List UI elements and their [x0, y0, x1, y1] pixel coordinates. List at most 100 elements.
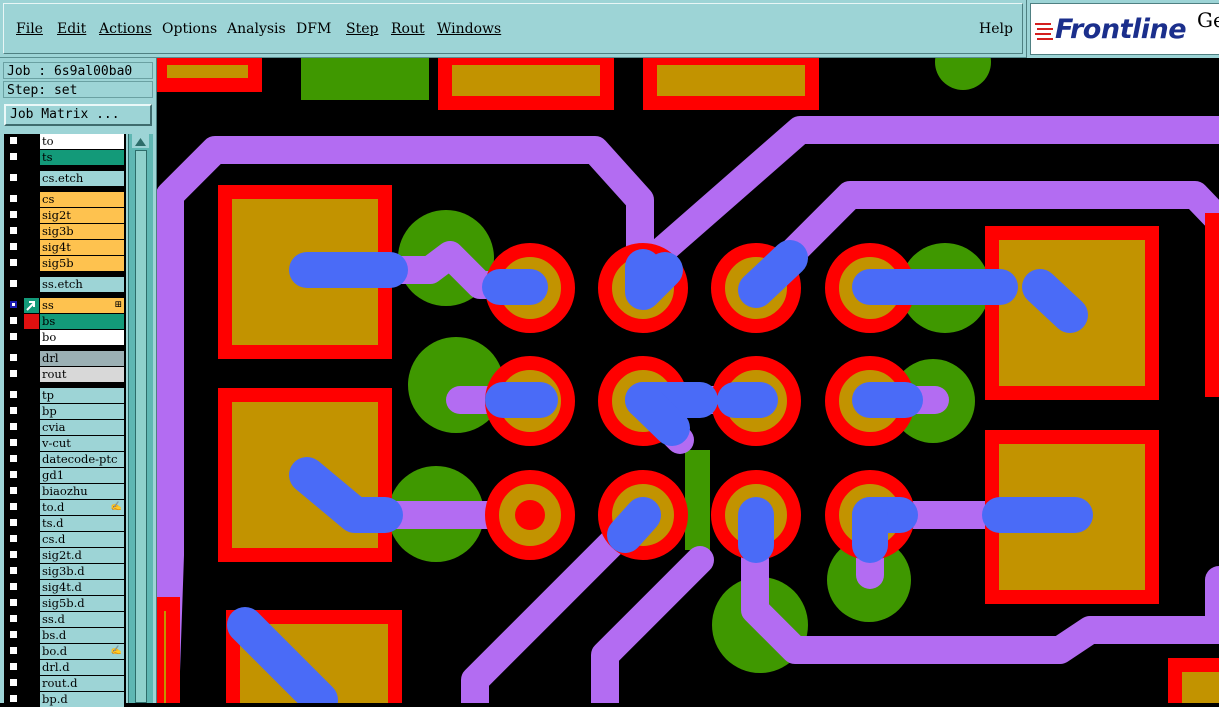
layer-row-gd1[interactable]: gd1 — [4, 468, 126, 483]
layer-row-sig5b.d[interactable]: sig5b.d — [4, 596, 126, 611]
layer-checkbox[interactable] — [9, 486, 18, 495]
menu-edit[interactable]: Edit — [57, 21, 86, 37]
layer-checkbox[interactable] — [9, 173, 18, 182]
layer-name[interactable]: sig4t — [40, 240, 124, 255]
layer-checkbox[interactable] — [9, 454, 18, 463]
layer-list-scrollbar[interactable] — [128, 134, 153, 703]
pcb-board-view[interactable] — [157, 58, 1219, 703]
menu-rout[interactable]: Rout — [391, 21, 425, 37]
layer-name[interactable]: bp — [40, 404, 124, 419]
menu-options[interactable]: Options — [162, 21, 217, 37]
layer-checkbox[interactable] — [9, 226, 18, 235]
layer-row-ss.etch[interactable]: ss.etch — [4, 277, 126, 292]
layer-row-bs.d[interactable]: bs.d — [4, 628, 126, 643]
layer-checkbox[interactable] — [9, 258, 18, 267]
layer-checkbox[interactable] — [9, 438, 18, 447]
menu-help[interactable]: Help — [979, 21, 1013, 37]
layer-row-ts.d[interactable]: ts.d — [4, 516, 126, 531]
menu-file[interactable]: File — [16, 21, 43, 37]
layer-row-bp[interactable]: bp — [4, 404, 126, 419]
layer-name[interactable]: ss.d — [40, 612, 124, 627]
layer-row-ss.d[interactable]: ss.d — [4, 612, 126, 627]
layer-row-drl[interactable]: drl — [4, 351, 126, 366]
layer-checkbox[interactable] — [9, 614, 18, 623]
layer-checkbox[interactable] — [9, 300, 18, 309]
layer-checkbox[interactable] — [9, 630, 18, 639]
layer-name[interactable]: to.d ✍ — [40, 500, 124, 515]
layer-row-sig4t[interactable]: sig4t — [4, 240, 126, 255]
menu-windows[interactable]: Windows — [437, 21, 501, 37]
layer-checkbox[interactable] — [9, 136, 18, 145]
layer-row-sig5b[interactable]: sig5b — [4, 256, 126, 271]
layer-row-bs[interactable]: bs — [4, 314, 126, 329]
layer-row-drl.d[interactable]: drl.d — [4, 660, 126, 675]
layer-row-bo[interactable]: bo — [4, 330, 126, 345]
layer-checkbox[interactable] — [9, 406, 18, 415]
layer-name[interactable]: bo — [40, 330, 124, 345]
layer-checkbox[interactable] — [9, 662, 18, 671]
layer-name[interactable]: cs.etch — [40, 171, 124, 186]
menu-step[interactable]: Step — [346, 21, 378, 37]
layer-checkbox[interactable] — [9, 646, 18, 655]
layer-name[interactable]: rout.d — [40, 676, 124, 691]
layer-row-rout[interactable]: rout — [4, 367, 126, 382]
layer-name[interactable]: sig4t.d — [40, 580, 124, 595]
layer-checkbox[interactable] — [9, 152, 18, 161]
layer-name[interactable]: ss.etch — [40, 277, 124, 292]
layer-checkbox[interactable] — [9, 242, 18, 251]
layer-name[interactable]: cs — [40, 192, 124, 207]
layer-checkbox[interactable] — [9, 194, 18, 203]
layer-name[interactable]: drl — [40, 351, 124, 366]
layer-row-sig4t.d[interactable]: sig4t.d — [4, 580, 126, 595]
layer-checkbox[interactable] — [9, 694, 18, 703]
menu-analysis[interactable]: Analysis — [227, 21, 286, 37]
layer-row-bo.d[interactable]: bo.d ✍ — [4, 644, 126, 659]
layer-checkbox[interactable] — [9, 422, 18, 431]
layer-checkbox[interactable] — [9, 502, 18, 511]
layer-name[interactable]: gd1 — [40, 468, 124, 483]
layer-name[interactable]: rout — [40, 367, 124, 382]
layer-checkbox[interactable] — [9, 534, 18, 543]
layer-checkbox[interactable] — [9, 550, 18, 559]
layer-name[interactable]: ts.d — [40, 516, 124, 531]
layer-row-bp.d[interactable]: bp.d — [4, 692, 126, 707]
layer-row-to.d[interactable]: to.d ✍ — [4, 500, 126, 515]
layer-row-v-cut[interactable]: v-cut — [4, 436, 126, 451]
menu-actions[interactable]: Actions — [99, 21, 152, 37]
layer-checkbox[interactable] — [9, 518, 18, 527]
layer-name[interactable]: ts — [40, 150, 124, 165]
layer-name[interactable]: sig5b.d — [40, 596, 124, 611]
layer-row-sig2t[interactable]: sig2t — [4, 208, 126, 223]
layer-name[interactable]: sig2t — [40, 208, 124, 223]
layer-checkbox[interactable] — [9, 470, 18, 479]
layer-checkbox[interactable] — [9, 582, 18, 591]
layer-row-biaozhu[interactable]: biaozhu — [4, 484, 126, 499]
layer-checkbox[interactable] — [9, 316, 18, 325]
layer-name[interactable]: datecode-ptc — [40, 452, 124, 467]
job-matrix-button[interactable]: Job Matrix ... — [4, 104, 152, 126]
layer-row-cs[interactable]: cs — [4, 192, 126, 207]
layer-name[interactable]: biaozhu — [40, 484, 124, 499]
scrollbar-thumb[interactable] — [135, 150, 147, 703]
layer-row-tp[interactable]: tp — [4, 388, 126, 403]
layer-name[interactable]: cvia — [40, 420, 124, 435]
layer-checkbox[interactable] — [9, 353, 18, 362]
layer-name[interactable]: sig5b — [40, 256, 124, 271]
layer-name[interactable]: bp.d — [40, 692, 124, 707]
layer-checkbox[interactable] — [9, 210, 18, 219]
layer-name[interactable]: tp — [40, 388, 124, 403]
layer-row-ts[interactable]: ts — [4, 150, 126, 165]
layer-name[interactable]: cs.d — [40, 532, 124, 547]
layer-name[interactable]: sig3b.d — [40, 564, 124, 579]
layer-name[interactable]: to — [40, 134, 124, 149]
layer-row-sig3b[interactable]: sig3b — [4, 224, 126, 239]
layer-name[interactable]: bs — [40, 314, 124, 329]
layer-checkbox[interactable] — [9, 279, 18, 288]
layer-row-cs.d[interactable]: cs.d — [4, 532, 126, 547]
layer-checkbox[interactable] — [9, 566, 18, 575]
layer-checkbox[interactable] — [9, 390, 18, 399]
layer-row-cvia[interactable]: cvia — [4, 420, 126, 435]
layer-row-cs.etch[interactable]: cs.etch — [4, 171, 126, 186]
layer-checkbox[interactable] — [9, 332, 18, 341]
layer-checkbox[interactable] — [9, 598, 18, 607]
